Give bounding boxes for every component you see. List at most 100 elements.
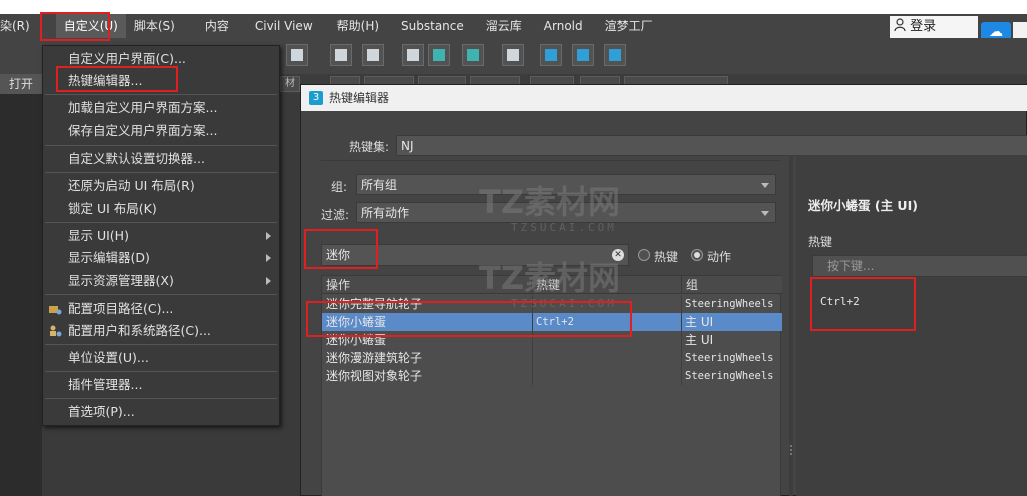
- menu-item-project-paths[interactable]: 配置项目路径(C)...: [43, 298, 279, 320]
- group-select-value: 所有组: [361, 178, 398, 192]
- divider: [681, 295, 682, 313]
- toolbar-layers-icon[interactable]: [362, 44, 384, 66]
- cell-action: 迷你漫游建筑轮子: [326, 351, 423, 365]
- menu-item-label: 配置项目路径(C)...: [68, 301, 174, 316]
- menu-item-customize-ui[interactable]: 自定义用户界面(C)...: [43, 48, 279, 70]
- divider: [321, 160, 781, 161]
- menu-item-plugin-manager[interactable]: 插件管理器...: [43, 374, 279, 396]
- watermark-sub: TZSUCAI.COM: [511, 221, 617, 234]
- column-header-group[interactable]: 组: [682, 276, 782, 294]
- table-row[interactable]: 迷你视图对象轮子 SteeringWheels: [322, 367, 782, 385]
- filter-select-value: 所有动作: [361, 206, 410, 220]
- watermark-text: TZ素材网: [479, 183, 621, 221]
- toolbar-list-icon[interactable]: [286, 44, 308, 66]
- cell-group: SteeringWheels: [685, 370, 774, 382]
- menu-item-show-ui[interactable]: 显示 UI(H): [43, 225, 279, 247]
- table-row-selected[interactable]: 迷你小蜷蛋 Ctrl+2 主 UI: [322, 313, 782, 331]
- divider: [532, 367, 533, 385]
- menu-xuanmeng[interactable]: 渲梦工厂: [597, 14, 661, 38]
- divider: [532, 349, 533, 367]
- menu-item-hotkey-editor[interactable]: 热键编辑器...: [43, 70, 279, 92]
- folder-gear-icon: [49, 306, 62, 315]
- hotkey-capture-input[interactable]: 按下键...: [812, 255, 1027, 277]
- toolbar-download-icon[interactable]: [462, 44, 484, 66]
- menu-item-units-setup[interactable]: 单位设置(U)...: [43, 347, 279, 369]
- menu-item-defaults-switcher[interactable]: 自定义默认设置切换器...: [43, 148, 279, 170]
- menu-item-preferences[interactable]: 首选项(P)...: [43, 401, 279, 423]
- user-gear-icon: [50, 325, 62, 337]
- menu-civil-view[interactable]: Civil View: [247, 14, 321, 38]
- divider: [681, 331, 682, 349]
- radio-hotkey-label: 热键: [654, 250, 679, 264]
- menu-separator: [45, 398, 277, 399]
- menu-content[interactable]: 内容: [197, 14, 237, 38]
- cell-action: 迷你小蜷蛋: [326, 333, 387, 347]
- filter-label: 过滤:: [321, 208, 350, 222]
- menu-liuyunku[interactable]: 溜云库: [478, 14, 530, 38]
- login-button[interactable]: 登录: [890, 16, 978, 38]
- menu-render[interactable]: 染(R): [0, 14, 38, 38]
- cell-action: 迷你视图对象轮子: [326, 369, 423, 383]
- assigned-hotkey[interactable]: Ctrl+2: [820, 295, 860, 308]
- open-button[interactable]: 打开: [0, 74, 42, 94]
- menu-script[interactable]: 脚本(S): [126, 14, 183, 38]
- toolbar-table-icon[interactable]: [330, 44, 352, 66]
- chevron-right-icon: [266, 254, 271, 262]
- detail-title: 迷你小蜷蛋 (主 UI): [808, 198, 918, 213]
- menu-item-label: 显示 UI(H): [68, 228, 129, 243]
- divider: [681, 349, 682, 367]
- menu-item-revert-ui[interactable]: 还原为启动 UI 布局(R): [43, 175, 279, 197]
- divider: [532, 331, 533, 349]
- divider: [681, 313, 682, 331]
- ribbon-tab[interactable]: 材: [280, 76, 300, 92]
- divider: [532, 313, 533, 331]
- menu-separator: [45, 371, 277, 372]
- menu-item-show-explorer[interactable]: 显示资源管理器(X): [43, 270, 279, 292]
- radio-hotkey[interactable]: [638, 249, 650, 261]
- menu-item-user-system-paths[interactable]: 配置用户和系统路径(C)...: [43, 320, 279, 342]
- cell-group: 主 UI: [685, 333, 714, 347]
- menu-item-save-ui-scheme[interactable]: 保存自定义用户界面方案...: [43, 120, 279, 142]
- toolbar-grid-icon[interactable]: [402, 44, 424, 66]
- table-row[interactable]: 迷你小蜷蛋 主 UI: [322, 331, 782, 349]
- toolbar-render-icon[interactable]: [604, 44, 626, 66]
- menu-arnold[interactable]: Arnold: [536, 14, 591, 38]
- menu-separator: [45, 344, 277, 345]
- menu-substance[interactable]: Substance: [393, 14, 472, 38]
- menu-item-show-editor[interactable]: 显示编辑器(D): [43, 247, 279, 269]
- menu-help[interactable]: 帮助(H): [329, 14, 387, 38]
- detail-panel: 迷你小蜷蛋 (主 UI) 热键 按下键... Ctrl+2: [796, 155, 1027, 496]
- menu-item-label: 显示资源管理器(X): [68, 273, 174, 288]
- app-icon: 3: [309, 91, 323, 105]
- cell-group: 主 UI: [685, 315, 714, 329]
- hotkey-set-field[interactable]: NJ: [396, 135, 1027, 156]
- menu-separator: [45, 222, 277, 223]
- top-strip: [0, 0, 1027, 14]
- menu-item-lock-ui[interactable]: 锁定 UI 布局(K): [43, 198, 279, 220]
- toolbar-material-icon[interactable]: [502, 44, 524, 66]
- menu-item-label: 配置用户和系统路径(C)...: [68, 323, 211, 338]
- menu-bar: 染(R) 自定义(U) 脚本(S) 内容 Civil View 帮助(H) Su…: [0, 14, 980, 38]
- toolbar-render-frame-icon[interactable]: [572, 44, 594, 66]
- menu-item-label: 显示编辑器(D): [68, 250, 150, 265]
- group-label: 组:: [331, 180, 348, 194]
- chevron-down-icon: [761, 183, 769, 188]
- table-row[interactable]: 迷你漫游建筑轮子 SteeringWheels: [322, 349, 782, 367]
- cell-hotkey: [532, 331, 682, 349]
- cell-group: SteeringWheels: [685, 298, 774, 310]
- cell-group: SteeringWheels: [685, 352, 774, 364]
- customize-menu: 自定义用户界面(C)... 热键编辑器... 加载自定义用户界面方案... 保存…: [42, 45, 280, 426]
- menu-separator: [45, 294, 277, 295]
- menu-customize[interactable]: 自定义(U): [55, 14, 126, 38]
- dialog-titlebar[interactable]: 3 热键编辑器: [301, 85, 1027, 111]
- menu-separator: [45, 172, 277, 173]
- hotkey-set-label: 热键集:: [349, 140, 390, 154]
- user-icon: [894, 18, 906, 32]
- chevron-right-icon: [266, 277, 271, 285]
- menu-item-load-ui-scheme[interactable]: 加载自定义用户界面方案...: [43, 97, 279, 119]
- radio-action[interactable]: [691, 249, 703, 261]
- toolbar-curve-icon[interactable]: [428, 44, 450, 66]
- search-input-value: 迷你: [326, 248, 351, 262]
- cell-hotkey: [532, 349, 682, 367]
- toolbar-render-setup-icon[interactable]: [540, 44, 562, 66]
